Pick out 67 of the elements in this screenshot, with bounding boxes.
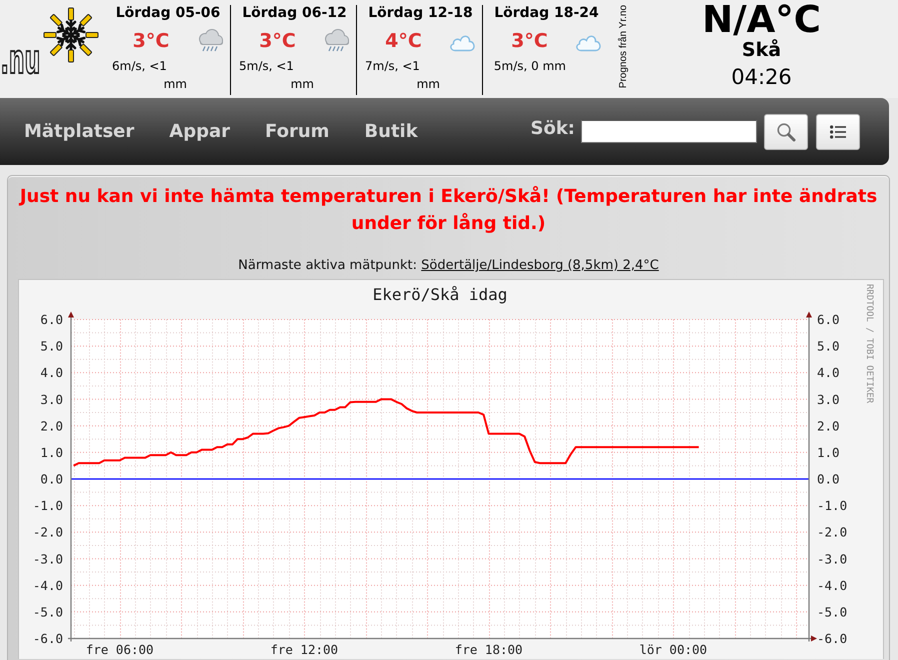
wind-precipitation-text: 5m/s, 0 mm	[492, 58, 566, 75]
forecast-period: Lördag 05-06	[116, 5, 220, 22]
y-tick-label: -6.0	[817, 631, 848, 646]
cloud-icon	[574, 33, 602, 52]
y-tick-label: 4.0	[817, 365, 840, 380]
forecast-period: Lördag 12-18	[368, 5, 473, 22]
y-tick-label: 3.0	[40, 392, 63, 407]
nav-link[interactable]: Mätplatser	[24, 120, 134, 142]
wind-precipitation-text: 5m/s, <1 mm	[239, 58, 314, 93]
y-tick-label: -4.0	[32, 578, 63, 593]
wind-precipitation-text: 7m/s, <1 mm	[365, 58, 440, 93]
list-icon	[830, 124, 846, 138]
menu-button[interactable]	[816, 114, 860, 150]
nav-link[interactable]: Forum	[265, 120, 330, 142]
forecast-source-text: Prognos från Yr.no	[618, 5, 629, 88]
snowflake-sun-icon	[42, 7, 100, 63]
y-tick-label: -2.0	[32, 524, 63, 540]
forecast-period: Lördag 06-12	[242, 5, 347, 22]
station-name: Skå	[742, 39, 782, 61]
alert-message: Just nu kan vi inte hämta temperaturen i Ekerö/Skå! (Temperaturen har inte ändrats under för lång tid.)	[18, 185, 878, 236]
nav-link[interactable]: Butik	[364, 120, 418, 142]
y-tick-label: -5.0	[817, 604, 848, 620]
chart-credit: RRDTOOL / TOBI OETIKER	[864, 284, 874, 404]
nearest-station-label: Närmaste aktiva mätpunkt:	[238, 258, 418, 273]
y-tick-label: -3.0	[32, 551, 63, 566]
forecast-temperature: 3°C	[132, 30, 170, 52]
x-tick-label: fre 12:00	[270, 642, 338, 657]
forecast-temperature: 3°C	[259, 30, 296, 52]
chart-title: Ekerö/Skå idag	[372, 285, 508, 304]
y-tick-label: -4.0	[817, 578, 848, 593]
y-tick-label: 6.0	[817, 312, 840, 327]
cloud-icon	[448, 33, 476, 52]
y-tick-label: 2.0	[40, 418, 63, 434]
y-tick-label: 6.0	[40, 312, 63, 327]
y-tick-label: -3.0	[817, 551, 848, 566]
y-tick-label: 2.0	[817, 418, 840, 434]
nav-link[interactable]: Appar	[169, 120, 230, 142]
rain-cloud-icon	[197, 29, 224, 52]
nearest-station-link[interactable]: Södertälje/Lindesborg (8,5km) 2,4°C	[421, 258, 659, 273]
y-tick-label: -2.0	[817, 524, 848, 540]
y-tick-label: 0.0	[40, 472, 63, 486]
y-tick-label: -1.0	[32, 498, 63, 514]
rain-cloud-icon	[323, 29, 350, 52]
forecast-temperature: 4°C	[385, 30, 422, 52]
y-tick-label: 4.0	[40, 365, 63, 380]
search-icon	[776, 122, 796, 142]
search-label: Sök:	[530, 118, 575, 139]
current-time: 04:26	[731, 64, 792, 90]
current-temperature: N/A°C	[702, 1, 821, 39]
x-tick-label: fre 06:00	[86, 642, 154, 657]
y-tick-label: -6.0	[32, 631, 63, 646]
search-field[interactable]	[581, 120, 757, 143]
forecast-period: Lördag 18-24	[494, 5, 599, 22]
wind-precipitation-text: 6m/s, <1 mm	[112, 58, 187, 93]
y-tick-label: 5.0	[40, 338, 63, 354]
y-tick-label: -1.0	[817, 498, 848, 514]
y-tick-label: 1.0	[40, 444, 63, 460]
x-tick-label: fre 18:00	[454, 642, 523, 657]
search-button[interactable]	[764, 114, 808, 150]
x-tick-label: lör 00:00	[639, 642, 708, 657]
logo-text: .nu	[0, 36, 41, 84]
y-tick-label: 0.0	[817, 472, 840, 486]
y-tick-label: 3.0	[817, 392, 840, 407]
forecast-temperature: 3°C	[511, 30, 548, 52]
y-tick-label: 5.0	[817, 338, 840, 354]
y-tick-label: 1.0	[817, 444, 840, 460]
y-tick-label: -5.0	[32, 604, 63, 620]
